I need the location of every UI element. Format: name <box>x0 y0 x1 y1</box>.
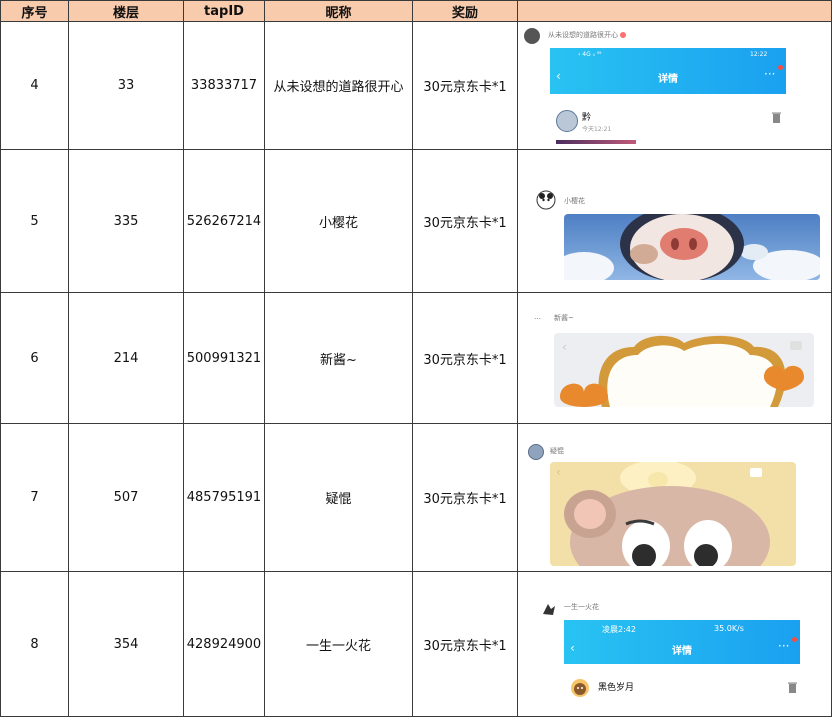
image-strip <box>556 140 636 144</box>
table-row: 6 214 500991321 新酱~ 30元京东卡*1 … 新酱~ ‹ <box>0 292 832 424</box>
post-image: ‹ <box>554 333 814 407</box>
avatar <box>541 601 557 617</box>
page-title: 详情 <box>672 646 692 657</box>
cell-tapid: 428924900 <box>183 571 265 717</box>
cell-nickname: 小樱花 <box>264 149 413 293</box>
cell-reward: 30元京东卡*1 <box>412 423 518 572</box>
cell-reward: 30元京东卡*1 <box>412 571 518 717</box>
cell-reward: 30元京东卡*1 <box>412 292 518 424</box>
svg-text:‹: ‹ <box>556 465 561 479</box>
status-bar-left: ‹ 4G ᵢₗ ⁵⁹ <box>578 51 602 58</box>
card-time: 今天12:21 <box>582 126 612 133</box>
cell-floor: 214 <box>68 292 184 424</box>
status-bar-left: 凌晨2:42 <box>602 625 636 634</box>
svg-text:‹: ‹ <box>562 340 567 354</box>
screenshot-cell: … 新酱~ ‹ <box>517 292 832 424</box>
cell-floor: 335 <box>68 149 184 293</box>
username: 一生一火花 <box>564 603 599 611</box>
avatar: … <box>534 313 541 321</box>
header-no: 序号 <box>0 0 69 22</box>
username: 小樱花 <box>564 197 585 205</box>
post-image: ‹ <box>550 462 796 566</box>
cell-nickname: 一生一火花 <box>264 571 413 717</box>
cell-no: 7 <box>0 423 69 572</box>
header-tapid: tapID <box>183 0 265 22</box>
card-avatar <box>571 679 589 697</box>
cell-floor: 354 <box>68 571 184 717</box>
more-icon: ··· <box>764 67 776 81</box>
cell-no: 6 <box>0 292 69 424</box>
back-arrow-icon: ‹ <box>556 69 561 83</box>
more-icon: ··· <box>778 639 790 653</box>
username: 从未设想的道路很开心 <box>548 30 626 40</box>
table-row: 4 33 33833717 从未设想的道路很开心 30元京东卡*1 从未设想的道… <box>0 21 832 150</box>
header-screenshot <box>517 0 832 22</box>
card-username: 黔 <box>582 113 592 123</box>
cell-no: 8 <box>0 571 69 717</box>
cell-nickname: 从未设想的道路很开心 <box>264 21 413 150</box>
header-row: 序号 楼层 tapID 昵称 奖励 <box>0 0 832 22</box>
status-bar-right: 35.0K/s <box>714 624 744 633</box>
trash-icon <box>772 112 781 123</box>
avatar <box>536 190 556 210</box>
table-row: 7 507 485795191 疑惃 30元京东卡*1 疑惃 ‹ <box>0 423 832 572</box>
post-image <box>564 214 820 280</box>
phone-header: ‹ 4G ᵢₗ ⁵⁹ 12:22 ‹ 详情 ··· <box>550 48 786 94</box>
card-username: 黑色岁月 <box>598 683 635 693</box>
avatar <box>528 444 544 460</box>
header-floor: 楼层 <box>68 0 184 22</box>
screenshot-cell: 从未设想的道路很开心 ‹ 4G ᵢₗ ⁵⁹ 12:22 ‹ 详情 ··· 黔 今… <box>517 21 832 150</box>
reward-table: 序号 楼层 tapID 昵称 奖励 4 33 33833717 从未设想的道路很… <box>0 0 832 717</box>
notification-dot <box>792 637 797 642</box>
table-row: 5 335 526267214 小樱花 30元京东卡*1 小樱花 <box>0 149 832 293</box>
cell-no: 5 <box>0 149 69 293</box>
header-nickname: 昵称 <box>264 0 413 22</box>
cell-tapid: 33833717 <box>183 21 265 150</box>
cell-reward: 30元京东卡*1 <box>412 149 518 293</box>
cell-floor: 507 <box>68 423 184 572</box>
back-arrow-icon: ‹ <box>570 641 575 655</box>
cell-no: 4 <box>0 21 69 150</box>
table-row: 8 354 428924900 一生一火花 30元京东卡*1 一生一火花 凌晨2… <box>0 571 832 717</box>
cell-nickname: 新酱~ <box>264 292 413 424</box>
screenshot-cell: 小樱花 <box>517 149 832 293</box>
screenshot-cell: 疑惃 ‹ <box>517 423 832 572</box>
card-avatar <box>556 110 578 132</box>
username: 疑惃 <box>550 447 564 455</box>
trash-icon <box>788 682 797 693</box>
cell-floor: 33 <box>68 21 184 150</box>
cell-reward: 30元京东卡*1 <box>412 21 518 150</box>
phone-header: 凌晨2:42 35.0K/s ‹ 详情 ··· <box>564 620 800 664</box>
username: 新酱~ <box>554 314 574 322</box>
screenshot-cell: 一生一火花 凌晨2:42 35.0K/s ‹ 详情 ··· 黑色岁月 <box>517 571 832 717</box>
cell-tapid: 500991321 <box>183 292 265 424</box>
header-reward: 奖励 <box>412 0 518 22</box>
status-bar-time: 12:22 <box>750 51 768 58</box>
avatar <box>524 28 540 44</box>
cell-tapid: 485795191 <box>183 423 265 572</box>
cell-tapid: 526267214 <box>183 149 265 293</box>
page-title: 详情 <box>658 74 678 85</box>
notification-dot <box>778 65 783 70</box>
cell-nickname: 疑惃 <box>264 423 413 572</box>
